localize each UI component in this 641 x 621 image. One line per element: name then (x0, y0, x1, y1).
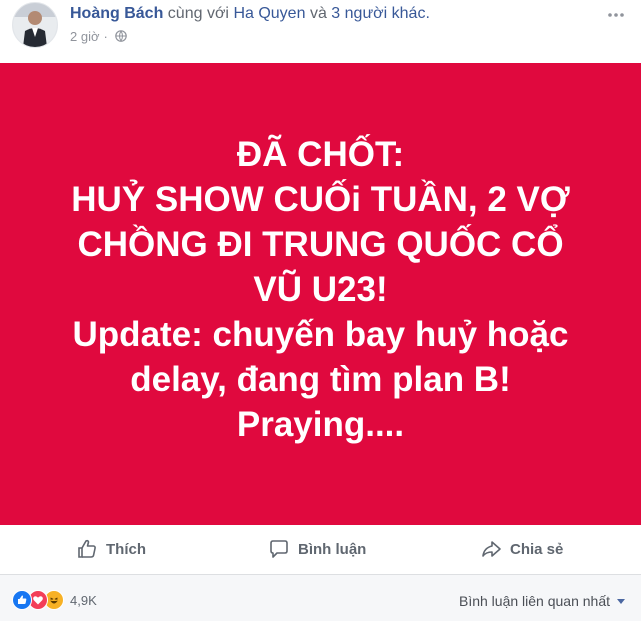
and-text: và (309, 5, 327, 22)
comment-label: Bình luận (298, 540, 367, 558)
timestamp[interactable]: 2 giờ (70, 29, 100, 44)
post-actions-bar: Thích Bình luận Chia sẻ (0, 525, 641, 575)
share-icon (482, 541, 501, 557)
post-text-line: Praying.... (236, 404, 405, 444)
thumbs-up-icon (78, 539, 96, 558)
tagged-others-link[interactable]: 3 người khác. (331, 5, 430, 22)
reactions-summary[interactable]: 4,9K (12, 590, 97, 610)
share-button[interactable]: Chia sẻ (480, 537, 563, 561)
post-text-line: Update: chuyến bay huỷ hoặc (72, 314, 569, 354)
post-text-line: ĐÃ CHỐT: (236, 134, 405, 174)
post-text-line: HUỶ SHOW CUỐi TUẦN, 2 VỢ (71, 179, 570, 219)
post-text-line: CHỒNG ĐI TRUNG QUỐC CỔ (77, 224, 564, 264)
more-options-button[interactable] (605, 0, 627, 22)
with-text: cùng với (167, 5, 229, 22)
avatar[interactable] (12, 2, 58, 48)
post-meta: Hoàng Bách cùng với Ha Quyen và 3 người … (70, 5, 430, 23)
tagged-person[interactable]: Ha Quyen (233, 5, 305, 22)
separator-dot: · (103, 29, 108, 44)
like-button[interactable]: Thích (76, 537, 146, 561)
post-header: Hoàng Bách cùng với Ha Quyen và 3 người … (0, 0, 641, 62)
post-footer: 4,9K Bình luận liên quan nhất (0, 575, 641, 621)
author-name[interactable]: Hoàng Bách (70, 5, 163, 22)
comment-sort-dropdown[interactable]: Bình luận liên quan nhất (459, 593, 625, 609)
caret-down-icon (617, 598, 625, 604)
globe-icon[interactable] (115, 30, 128, 45)
post-timestamp-row: 2 giờ · (70, 29, 128, 45)
like-reaction-icon (12, 590, 32, 610)
post-text-line: VŨ U23! (253, 269, 388, 309)
like-label: Thích (106, 540, 146, 558)
sort-label: Bình luận liên quan nhất (458, 593, 610, 609)
share-label: Chia sẻ (510, 540, 564, 558)
post-text-line: delay, đang tìm plan B! (130, 359, 511, 399)
post-text: ĐÃ CHỐT: HUỶ SHOW CUỐi TUẦN, 2 VỢ CHỒNG … (41, 132, 601, 447)
comment-button[interactable]: Bình luận (268, 537, 366, 561)
post-content-card: ĐÃ CHỐT: HUỶ SHOW CUỐi TUẦN, 2 VỢ CHỒNG … (0, 63, 641, 525)
reaction-count[interactable]: 4,9K (70, 593, 97, 608)
ellipsis-icon (608, 1, 624, 22)
comment-icon (270, 540, 288, 558)
